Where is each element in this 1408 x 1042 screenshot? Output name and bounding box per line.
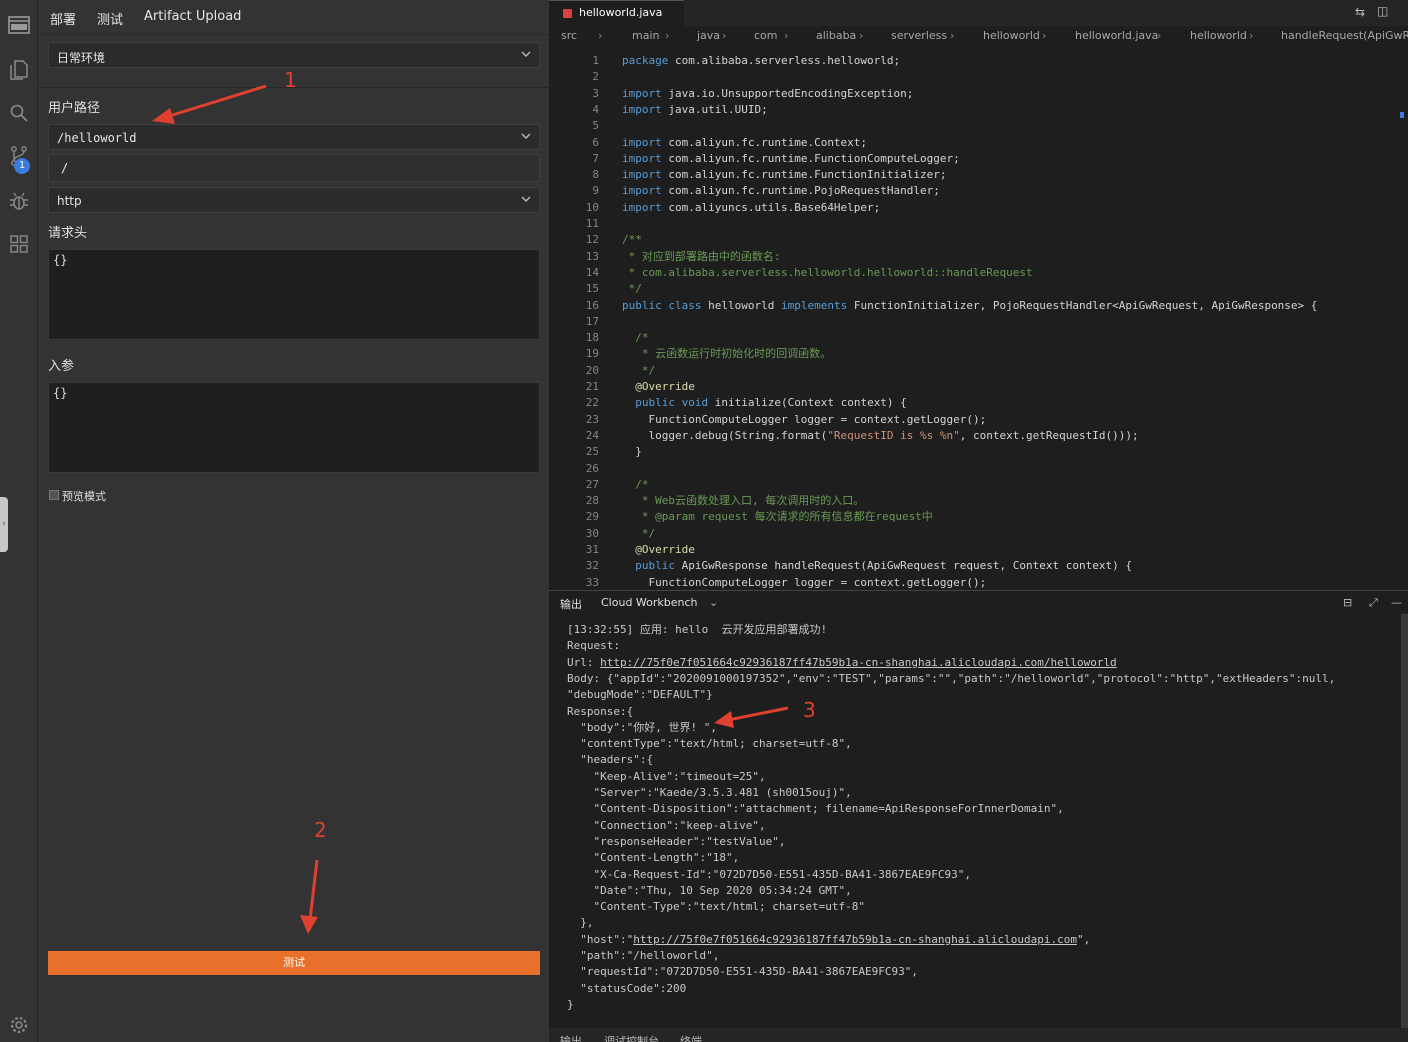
workbench-window: 1 ‹ 部署 测试 Artifact Upload 日常环境 用户路径 /hel… [0, 0, 1408, 1042]
annotation-arrowhead-1 [152, 108, 175, 124]
annotation-arrowhead-3 [714, 711, 734, 728]
annotation-arrow-2 [308, 859, 319, 921]
annotation-arrowhead-2 [300, 915, 318, 934]
annotation-arrow-3 [727, 706, 789, 722]
annotation-number-3: 3 [803, 698, 816, 722]
annotation-arrow-1 [165, 84, 267, 119]
annotation-number-1: 1 [284, 68, 297, 92]
annotation-arrows [152, 84, 789, 934]
annotation-number-2: 2 [314, 818, 327, 842]
